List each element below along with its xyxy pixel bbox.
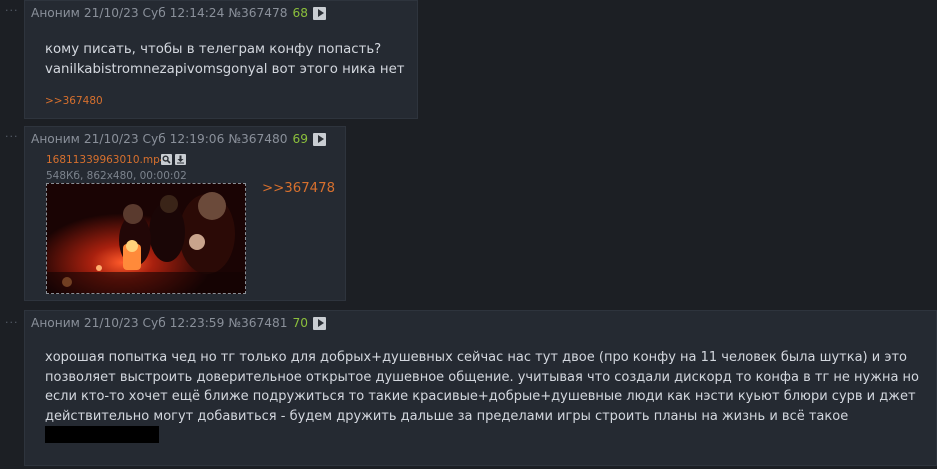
download-icon[interactable] — [175, 154, 186, 165]
post-367478: Аноним 21/10/23 Суб 12:14:24 №367478 68 … — [24, 0, 418, 119]
post-number[interactable]: №367480 — [228, 132, 287, 146]
post-text-line: vanilkabistromnezapivomsgonyal вот этого… — [45, 61, 405, 77]
post-number[interactable]: №367481 — [228, 316, 287, 330]
file-name-link[interactable]: 16811339963010.mp4 — [46, 154, 166, 166]
play-icon[interactable] — [313, 132, 327, 146]
post-message: кому писать, чтобы в телеграм конфу попа… — [45, 40, 405, 79]
post-author: Аноним — [31, 132, 80, 146]
post-date: 21/10/23 Суб 12:23:59 — [83, 316, 225, 330]
play-icon[interactable] — [313, 316, 327, 330]
post-text-line: позволяет выстроить доверительное открыт… — [45, 369, 919, 385]
post-menu-icon[interactable]: ... — [5, 2, 21, 13]
post-text-line: если кто-то хочет ещё ближе подружиться … — [45, 389, 916, 404]
post-reply-count: 69 — [292, 132, 309, 146]
spoiler-block[interactable] — [45, 426, 159, 443]
play-icon[interactable] — [313, 6, 327, 20]
video-thumbnail-image — [47, 184, 245, 293]
post-367480: Аноним 21/10/23 Суб 12:19:06 №367480 69 … — [24, 126, 346, 301]
post-message: хорошая попытка чед но тг только для доб… — [45, 348, 935, 426]
post-reply-count: 68 — [292, 6, 309, 20]
post-menu-icon[interactable]: ... — [5, 314, 21, 325]
post-reply-count: 70 — [292, 316, 309, 330]
reply-backlink[interactable]: >>367480 — [45, 95, 103, 107]
post-header: Аноним 21/10/23 Суб 12:19:06 №367480 69 — [31, 132, 327, 146]
post-text-line: действительно могут добавиться - будем д… — [45, 408, 849, 424]
post-number[interactable]: №367478 — [228, 6, 287, 20]
video-thumbnail[interactable] — [46, 183, 246, 294]
file-meta: 548Кб, 862x480, 00:00:02 — [46, 170, 187, 182]
post-text-line: кому писать, чтобы в телеграм конфу попа… — [45, 42, 382, 57]
post-author: Аноним — [31, 316, 80, 330]
quote-link[interactable]: >>367478 — [262, 181, 335, 196]
post-menu-icon[interactable]: ... — [5, 128, 21, 139]
post-text-line: хорошая попытка чед но тг только для доб… — [45, 350, 907, 365]
post-header: Аноним 21/10/23 Суб 12:23:59 №367481 70 — [31, 316, 327, 330]
post-author: Аноним — [31, 6, 80, 20]
post-date: 21/10/23 Суб 12:19:06 — [83, 132, 225, 146]
post-367481: Аноним 21/10/23 Суб 12:23:59 №367481 70 … — [24, 310, 937, 466]
post-date: 21/10/23 Суб 12:14:24 — [83, 6, 225, 20]
post-header: Аноним 21/10/23 Суб 12:14:24 №367478 68 — [31, 6, 327, 20]
search-icon[interactable] — [161, 154, 172, 165]
